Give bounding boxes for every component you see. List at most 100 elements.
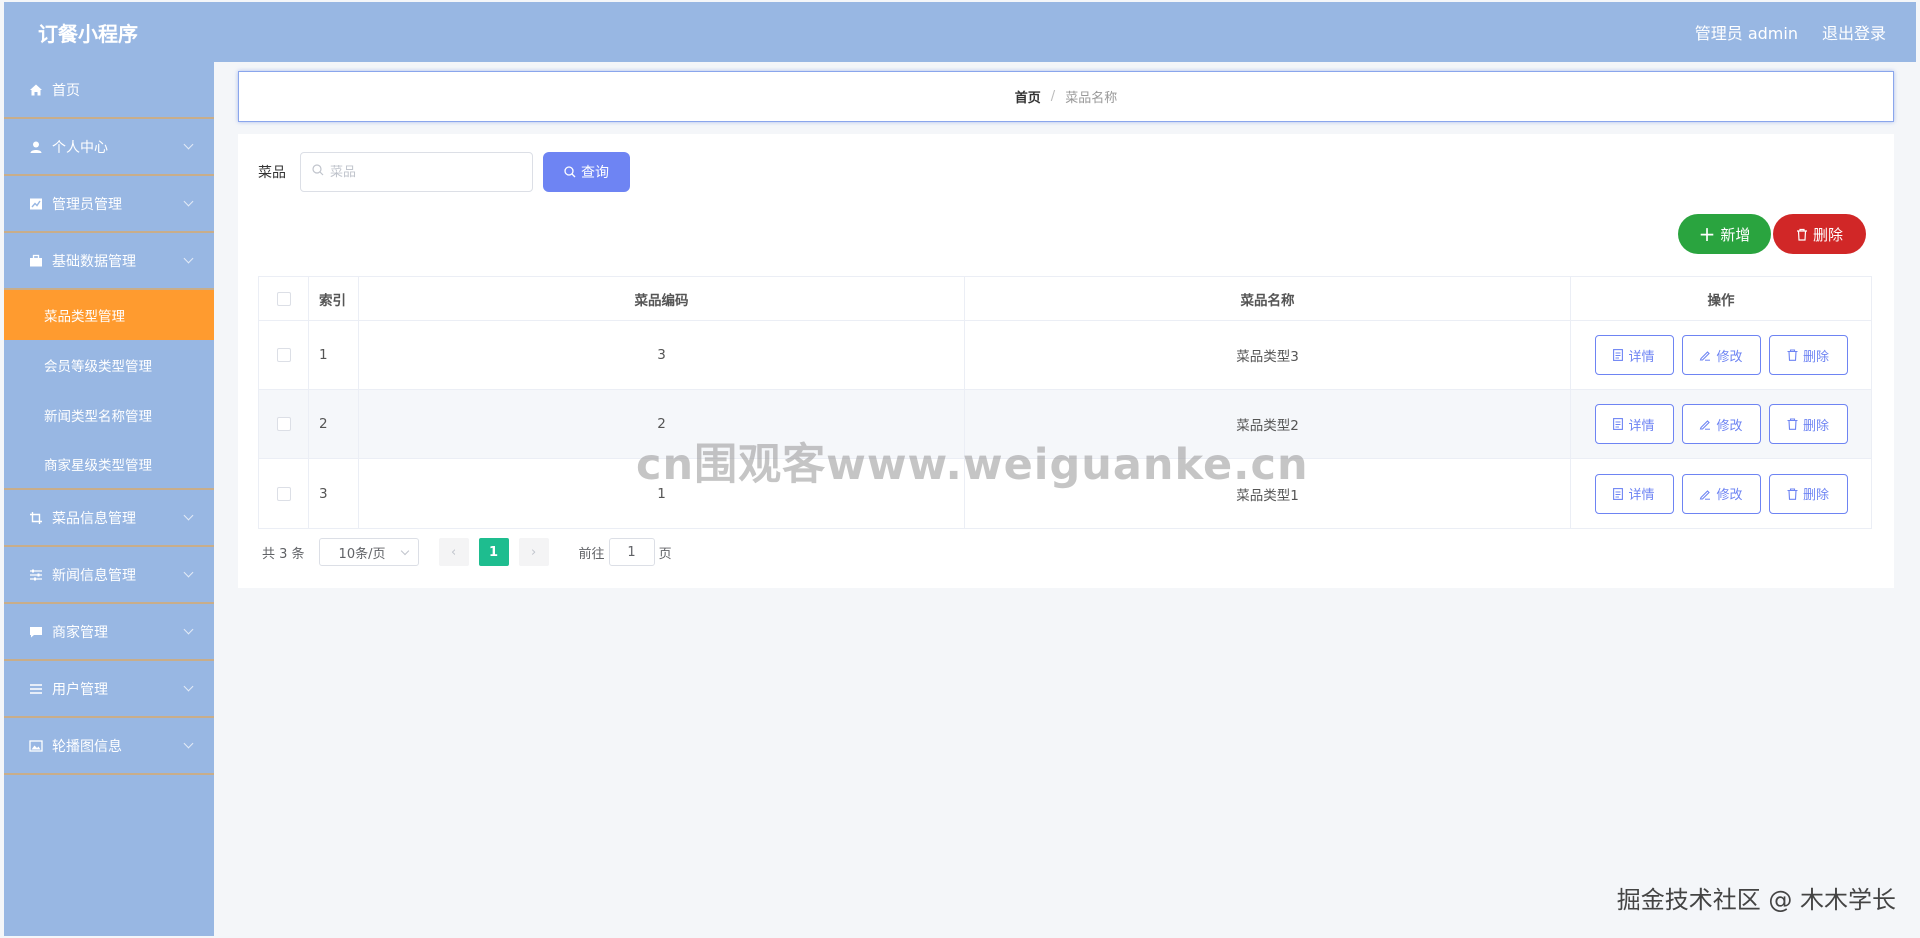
select-all-checkbox[interactable] (276, 291, 291, 306)
row-checkbox[interactable] (276, 486, 291, 501)
bulk-delete-button[interactable]: 删除 (1773, 214, 1866, 254)
sidebar-subitem-merchant-star[interactable]: 商家星级类型管理 (4, 440, 214, 490)
sliders-icon (28, 567, 44, 583)
edit-button[interactable]: 修改 (1681, 404, 1761, 444)
detail-button[interactable]: 详情 (1594, 404, 1674, 444)
next-page-button[interactable]: › (518, 538, 549, 566)
chevron-left-icon: ‹ (450, 544, 457, 560)
page-size-value: 10条/页 (338, 546, 386, 562)
header-checkbox-cell (259, 277, 309, 320)
sidebar-item-label: 商家管理 (52, 624, 108, 641)
image-icon (28, 738, 44, 754)
row-checkbox[interactable] (276, 417, 291, 431)
sidebar-item-label: 个人中心 (52, 139, 108, 156)
chevron-down-icon (183, 196, 194, 207)
page-size-select[interactable]: 10条/页 (318, 538, 419, 566)
document-icon (1613, 487, 1624, 500)
delete-button[interactable]: 删除 (1768, 404, 1848, 444)
breadcrumb-home[interactable]: 首页 (1015, 87, 1041, 106)
document-icon (1613, 418, 1624, 430)
logout-link[interactable]: 退出登录 (1822, 20, 1886, 44)
delete-button[interactable]: 删除 (1768, 335, 1848, 375)
delete-button[interactable]: 删除 (1768, 473, 1848, 514)
row-index: 1 (309, 321, 359, 389)
user-icon (28, 139, 44, 155)
sidebar-subitem-label: 菜品类型管理 (44, 309, 125, 325)
column-header-index: 索引 (309, 277, 359, 320)
search-input[interactable] (330, 164, 520, 180)
detail-button[interactable]: 详情 (1594, 335, 1674, 375)
sidebar-item-carousel[interactable]: 轮播图信息 (4, 718, 214, 775)
sidebar-item-base-data[interactable]: 基础数据管理 (4, 233, 214, 290)
sidebar-subitem-dish-type[interactable]: 菜品类型管理 (4, 290, 214, 340)
row-actions: 详情 修改 删除 (1571, 321, 1871, 389)
sidebar-item-news-info[interactable]: 新闻信息管理 (4, 547, 214, 604)
search-label: 菜品 (258, 165, 286, 181)
sidebar-item-profile[interactable]: 个人中心 (4, 119, 214, 176)
page-jumper: 前往 页 (579, 538, 672, 566)
trash-icon (1796, 228, 1808, 241)
goto-suffix: 页 (658, 546, 672, 562)
sidebar-item-admin[interactable]: 管理员管理 (4, 176, 214, 233)
sidebar-subitem-member-level[interactable]: 会员等级类型管理 (4, 340, 214, 390)
trash-icon (1787, 418, 1798, 430)
row-actions: 详情 修改 删除 (1571, 390, 1871, 458)
document-icon (1613, 349, 1624, 361)
add-button[interactable]: + 新增 (1678, 214, 1771, 254)
page-number-button[interactable]: 1 (478, 538, 509, 566)
action-buttons: + 新增 删除 (1678, 214, 1866, 254)
add-button-label: 新增 (1720, 225, 1751, 244)
app-title: 订餐小程序 (38, 21, 138, 46)
sidebar-item-label: 基础数据管理 (52, 253, 136, 270)
goto-prefix: 前往 (578, 546, 605, 562)
row-actions: 详情 修改 删除 (1571, 459, 1871, 528)
sidebar-item-label: 轮播图信息 (52, 738, 122, 755)
search-icon (312, 164, 324, 180)
watermark-text: cn围观客www.weiguanke.cn (636, 440, 1309, 490)
table-row: 1 3 菜品类型3 详情 修改 删除 (259, 321, 1871, 390)
chevron-down-icon (183, 567, 194, 578)
chart-icon (28, 196, 44, 212)
sidebar-subitem-news-type[interactable]: 新闻类型名称管理 (4, 390, 214, 440)
edit-button-label: 修改 (1716, 418, 1743, 434)
sidebar-item-label: 管理员管理 (52, 196, 122, 213)
edit-button[interactable]: 修改 (1681, 473, 1761, 514)
row-index: 2 (309, 390, 359, 458)
sidebar-item-home[interactable]: 首页 (4, 62, 214, 119)
sidebar-item-user[interactable]: 用户管理 (4, 661, 214, 718)
chevron-down-icon (183, 738, 194, 749)
chevron-down-icon (183, 624, 194, 635)
prev-page-button[interactable]: ‹ (438, 538, 469, 566)
delete-button-label: 删除 (1802, 418, 1829, 434)
edit-button[interactable]: 修改 (1681, 335, 1761, 375)
pagination-total: 共 3 条 (262, 546, 305, 562)
home-icon (28, 82, 44, 98)
column-header-code: 菜品编码 (359, 277, 965, 320)
chevron-down-icon (183, 253, 194, 264)
bulk-delete-button-label: 删除 (1812, 225, 1843, 244)
row-checkbox-cell (259, 390, 309, 458)
pagination: 共 3 条 10条/页 ‹ 1 › 前往 页 (262, 538, 672, 566)
sidebar-item-merchant[interactable]: 商家管理 (4, 604, 214, 661)
row-checkbox[interactable] (276, 348, 291, 362)
search-input-wrapper (300, 152, 533, 192)
sidebar: 首页 个人中心 管理员管理 基础数据管理 菜品类型管理 会员等级类型管理 新闻类… (4, 62, 214, 936)
edit-icon (1699, 349, 1711, 361)
detail-button[interactable]: 详情 (1594, 473, 1674, 514)
chevron-down-icon (183, 510, 194, 521)
plus-icon: + (1698, 222, 1716, 246)
trash-icon (1787, 487, 1798, 500)
crop-icon (28, 510, 44, 526)
sidebar-item-dish-info[interactable]: 菜品信息管理 (4, 490, 214, 547)
goto-page-input[interactable] (608, 538, 655, 566)
edit-icon (1699, 488, 1711, 500)
query-button[interactable]: 查询 (543, 152, 630, 192)
sidebar-item-label: 新闻信息管理 (52, 567, 136, 584)
delete-button-label: 删除 (1802, 349, 1829, 365)
row-code: 3 (359, 321, 965, 389)
row-checkbox-cell (259, 459, 309, 528)
admin-user-label[interactable]: 管理员 admin (1695, 20, 1798, 44)
row-checkbox-cell (259, 321, 309, 389)
row-index: 3 (309, 459, 359, 528)
column-header-name: 菜品名称 (965, 277, 1571, 320)
